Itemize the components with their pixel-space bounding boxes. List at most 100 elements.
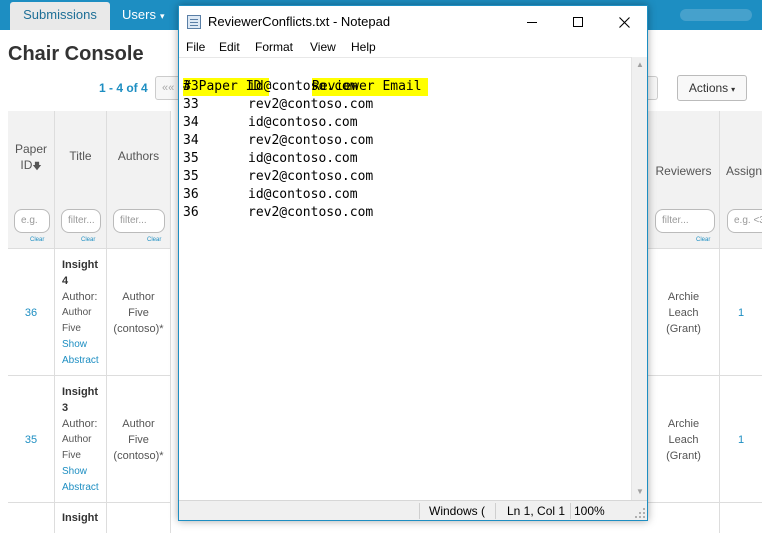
assign-header-label: Assign bbox=[726, 164, 762, 178]
zoom-status: 100% bbox=[574, 504, 605, 518]
column-header-paper-id[interactable]: Paper ID🡇 e.g. Clear bbox=[8, 111, 55, 249]
vertical-scrollbar[interactable]: ▲ ▼ bbox=[631, 57, 647, 500]
title-filter-input[interactable]: filter... bbox=[61, 209, 101, 233]
text-line: 34 rev2@contoso.com bbox=[183, 132, 623, 150]
column-header-reviewers[interactable]: Reviewers filter... Clear bbox=[648, 111, 720, 249]
status-divider bbox=[419, 503, 420, 519]
maximize-icon bbox=[573, 17, 583, 28]
page-title: Chair Console bbox=[8, 43, 144, 65]
show-abstract-link[interactable]: Abstract bbox=[62, 480, 99, 496]
text-line: 35 rev2@contoso.com bbox=[183, 168, 623, 186]
menu-format[interactable]: Format bbox=[255, 40, 293, 54]
reviewer-line: Leach bbox=[668, 307, 699, 319]
menu-edit[interactable]: Edit bbox=[219, 40, 240, 54]
paper-id-filter-input[interactable]: e.g. bbox=[14, 209, 50, 233]
authors-clear-link[interactable]: Clear bbox=[147, 237, 161, 243]
blurred-user-name bbox=[680, 9, 752, 21]
paper-id-text: 34 bbox=[183, 133, 199, 148]
table-row-title: Insight bbox=[55, 503, 107, 533]
show-abstract-link[interactable]: Show bbox=[62, 464, 87, 480]
table-row-reviewers: Archie Leach (Grant) bbox=[648, 249, 720, 376]
author-line: Five bbox=[128, 307, 149, 319]
reviewers-clear-link[interactable]: Clear bbox=[696, 237, 710, 243]
authors-filter-input[interactable]: filter... bbox=[113, 209, 165, 233]
tab-users[interactable]: Users ▾ bbox=[122, 0, 164, 30]
line-ending-status: Windows ( bbox=[429, 504, 486, 518]
paper-id-link[interactable]: 36 bbox=[8, 305, 54, 321]
pager-count: 1 - 4 of 4 bbox=[99, 81, 148, 95]
tab-users-label: Users bbox=[122, 7, 156, 22]
text-editor-area[interactable]: # Paper ID Reviewer Email 33 id@contoso.co… bbox=[179, 57, 631, 500]
paper-id-text: 36 bbox=[183, 187, 199, 202]
authors-header-label: Authors bbox=[117, 149, 160, 163]
menu-view[interactable]: View bbox=[310, 40, 336, 54]
reviewer-email-text: id@contoso.com bbox=[248, 79, 358, 94]
title-clear-link[interactable]: Clear bbox=[81, 237, 95, 243]
actions-label: Actions bbox=[688, 81, 729, 95]
maximize-button[interactable] bbox=[555, 6, 601, 37]
reviewers-header-label: Reviewers bbox=[655, 164, 712, 178]
paper-id-text: 35 bbox=[183, 151, 199, 166]
paper-id-text: 34 bbox=[183, 115, 199, 130]
assign-filter-input[interactable]: e.g. <3 bbox=[727, 209, 762, 233]
author-prefix-line: Author: bbox=[62, 291, 98, 303]
paper-id-link[interactable]: 35 bbox=[8, 432, 54, 448]
text-line: 35 id@contoso.com bbox=[183, 150, 623, 168]
resize-grip-icon[interactable] bbox=[635, 508, 645, 518]
paper-id-header-label: Paper ID🡇 bbox=[8, 141, 54, 174]
paper-id-header-text: Paper ID bbox=[14, 142, 48, 172]
author-line: Author bbox=[122, 418, 155, 430]
close-button[interactable] bbox=[601, 6, 647, 37]
reviewer-line: Archie bbox=[667, 418, 700, 430]
reviewers-filter-input[interactable]: filter... bbox=[655, 209, 715, 233]
column-header-assign[interactable]: Assign e.g. <3 bbox=[720, 111, 762, 249]
paper-id-clear-link[interactable]: Clear bbox=[30, 237, 44, 243]
table-row-title: Insight 3 Author: Author Five Show Abstr… bbox=[55, 376, 107, 503]
author-line: Five bbox=[128, 434, 149, 446]
assign-count-link[interactable]: 1 bbox=[720, 432, 762, 448]
show-abstract-link[interactable]: Abstract bbox=[62, 353, 99, 369]
reviewer-line: (Grant) bbox=[666, 323, 701, 335]
close-icon bbox=[618, 16, 630, 28]
chevron-down-icon: ▾ bbox=[731, 85, 736, 94]
menu-file[interactable]: File bbox=[186, 40, 205, 54]
menu-help[interactable]: Help bbox=[351, 40, 376, 54]
table-row-authors: Author Five (contoso)* bbox=[107, 376, 171, 503]
author-prefix-line: Five bbox=[62, 323, 81, 334]
author-line: (contoso)* bbox=[113, 323, 164, 335]
column-header-title[interactable]: Title filter... Clear bbox=[55, 111, 107, 249]
title-header-label: Title bbox=[69, 149, 92, 163]
table-row-paper-id bbox=[8, 503, 55, 533]
notepad-app-icon bbox=[187, 15, 201, 29]
tab-submissions[interactable]: Submissions bbox=[10, 2, 110, 30]
reviewer-email-text: rev2@contoso.com bbox=[248, 169, 374, 184]
notepad-title-bar[interactable]: ReviewerConflicts.txt - Notepad bbox=[179, 6, 647, 37]
text-line: 33 id@contoso.com bbox=[183, 78, 623, 96]
column-header-authors[interactable]: Authors filter... Clear bbox=[107, 111, 171, 249]
title-line: Insight bbox=[62, 386, 99, 398]
author-prefix-line: Author bbox=[62, 434, 92, 445]
table-row-assign: 1 bbox=[720, 249, 762, 376]
paper-id-text: 33 bbox=[183, 97, 199, 112]
author-prefix-line: Author bbox=[62, 307, 92, 318]
text-line: 36 rev2@contoso.com bbox=[183, 204, 623, 222]
text-line: 33 rev2@contoso.com bbox=[183, 96, 623, 114]
actions-button[interactable]: Actions ▾ bbox=[677, 75, 747, 101]
cursor-position-status: Ln 1, Col 1 bbox=[507, 504, 566, 518]
reviewer-line: (Grant) bbox=[666, 450, 701, 462]
status-bar: Windows ( Ln 1, Col 1 100% bbox=[179, 500, 647, 520]
author-line: Author bbox=[122, 291, 155, 303]
minimize-button[interactable] bbox=[509, 6, 555, 37]
title-line: 3 bbox=[62, 402, 69, 414]
scroll-down-icon[interactable]: ▼ bbox=[632, 484, 648, 500]
table-row-assign bbox=[720, 503, 762, 533]
paper-id-text: 33 bbox=[183, 79, 199, 94]
table-row-authors: Author Five (contoso)* bbox=[107, 249, 171, 376]
minimize-icon bbox=[527, 21, 537, 23]
sort-down-icon: 🡇 bbox=[32, 161, 42, 171]
assign-count-link[interactable]: 1 bbox=[720, 305, 762, 321]
scroll-up-icon[interactable]: ▲ bbox=[632, 57, 648, 73]
author-line: (contoso)* bbox=[113, 450, 164, 462]
reviewer-line: Archie bbox=[667, 291, 700, 303]
show-abstract-link[interactable]: Show bbox=[62, 337, 87, 353]
